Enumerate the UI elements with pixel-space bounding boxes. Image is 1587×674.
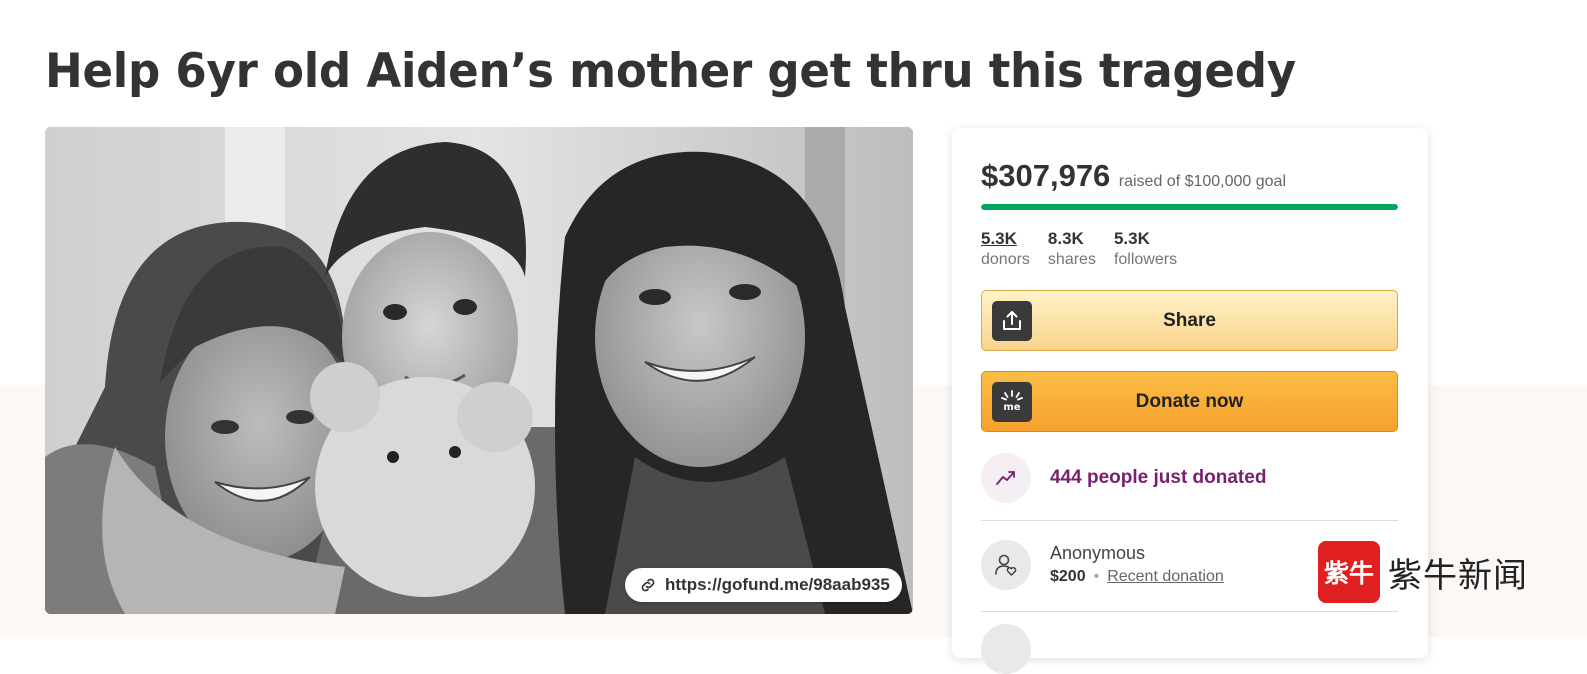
stat-followers-label: followers	[1113, 251, 1178, 268]
raised-summary: $307,976 raised of $100,000 goal	[981, 158, 1286, 194]
donation-amount: $200	[1050, 568, 1086, 585]
donor-info: Anonymous $200 • Recent donation	[1050, 541, 1224, 589]
separator-dot: •	[1093, 568, 1100, 585]
trending-up-icon	[981, 453, 1031, 503]
next-donor-avatar	[981, 624, 1031, 674]
share-button-label: Share	[1163, 309, 1216, 331]
goal-progress-bar	[981, 204, 1398, 210]
svg-text:me: me	[1003, 402, 1020, 413]
divider	[981, 520, 1398, 521]
stat-donors-label: donors	[981, 251, 1030, 268]
raised-goal-text: raised of $100,000 goal	[1118, 173, 1287, 190]
donor-heart-icon	[981, 540, 1031, 590]
watermark-logo: 紫牛	[1318, 541, 1380, 603]
donor-name: Anonymous	[1050, 543, 1146, 563]
stat-shares-value: 8.3K	[1047, 229, 1084, 248]
goal-progress-fill	[981, 204, 1398, 210]
hero-photo	[45, 127, 913, 614]
campaign-stats: 5.3K donors 8.3K shares 5.3K followers	[981, 228, 1195, 270]
recent-donations-trend: 444 people just donated	[981, 453, 1266, 503]
donation-list-item: Anonymous $200 • Recent donation	[981, 540, 1224, 590]
stat-shares-label: shares	[1047, 251, 1096, 268]
watermark: 紫牛 紫牛新闻	[1318, 541, 1528, 603]
donate-now-button[interactable]: me Donate now	[981, 371, 1398, 432]
stat-donors-value[interactable]: 5.3K	[981, 228, 1030, 249]
campaign-short-url[interactable]: https://gofund.me/98aab935	[625, 568, 902, 602]
campaign-url-text: https://gofund.me/98aab935	[665, 575, 890, 594]
watermark-text: 紫牛新闻	[1388, 555, 1528, 596]
raised-amount: $307,976	[981, 158, 1111, 193]
stat-followers-value: 5.3K	[1113, 229, 1150, 248]
donor-meta: $200 • Recent donation	[1050, 565, 1224, 589]
campaign-hero-image[interactable]	[45, 127, 913, 614]
recent-donation-link[interactable]: Recent donation	[1107, 568, 1224, 585]
link-icon	[641, 578, 655, 592]
divider	[981, 611, 1398, 612]
stat-followers: 5.3K followers	[1114, 228, 1177, 270]
donate-button-label: Donate now	[1135, 390, 1244, 412]
stat-shares: 8.3K shares	[1048, 228, 1096, 270]
page-title: Help 6yr old Aiden’s mother get thru thi…	[45, 44, 1296, 99]
stat-donors[interactable]: 5.3K donors	[981, 228, 1030, 270]
share-button[interactable]: Share	[981, 290, 1398, 351]
trend-text: 444 people just donated	[1050, 467, 1267, 488]
share-upload-icon	[992, 301, 1032, 341]
gofundme-logo-icon: me	[992, 382, 1032, 422]
